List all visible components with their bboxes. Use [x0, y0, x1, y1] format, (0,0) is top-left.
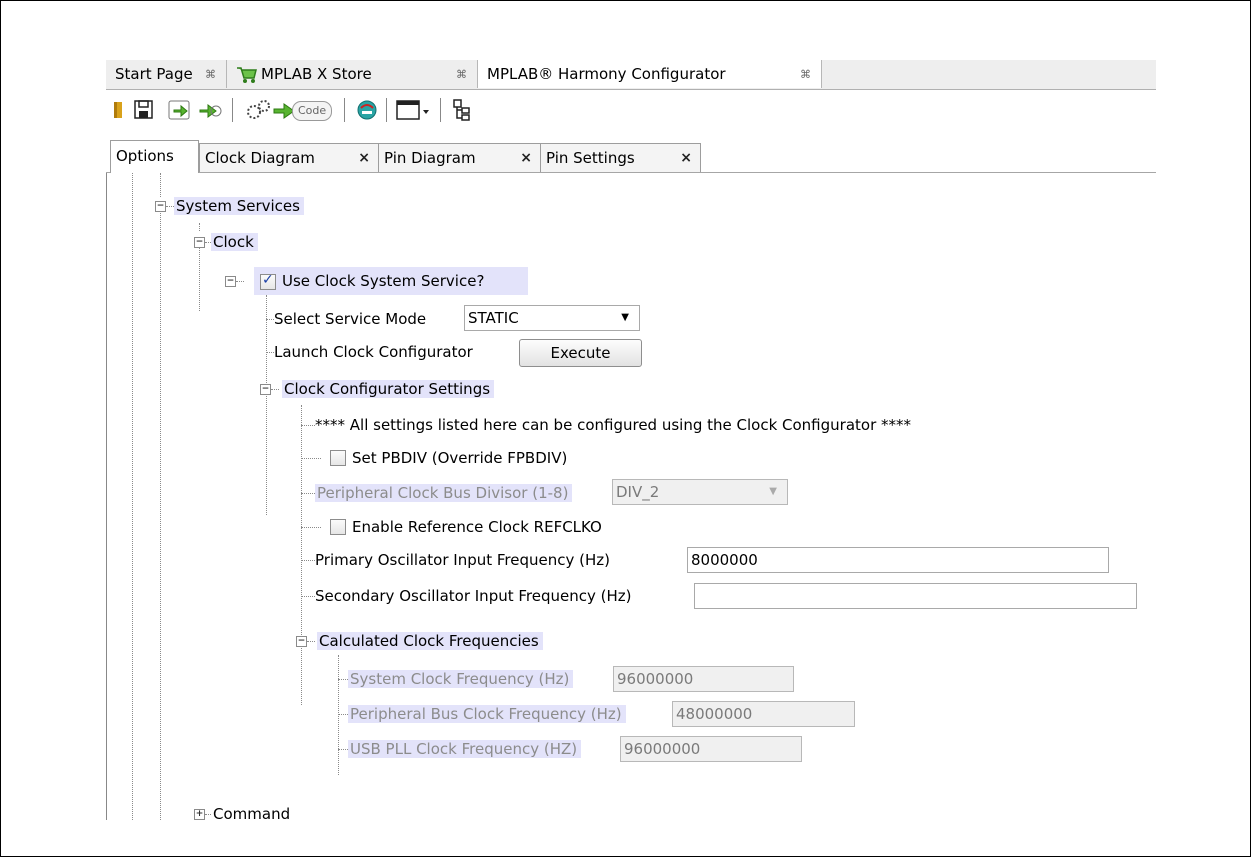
- tree-guide: [132, 173, 133, 820]
- tab-close-icon[interactable]: ×: [680, 144, 692, 172]
- tab-clock-diagram[interactable]: Clock Diagram ×: [199, 143, 379, 172]
- service-mode-label: Select Service Mode: [274, 310, 427, 328]
- tab-label: MPLAB® Harmony Configurator: [487, 65, 726, 83]
- tab-label: Clock Diagram: [205, 149, 315, 167]
- toolbar-separator: [440, 98, 441, 122]
- secondary-osc-input[interactable]: [694, 583, 1137, 609]
- sys-clock-field: 96000000: [613, 666, 794, 692]
- toolbar-separator: [344, 98, 345, 122]
- tab-close-icon[interactable]: ×: [358, 144, 370, 172]
- tab-close-icon[interactable]: ⌘: [800, 61, 811, 89]
- tab-harmony-configurator[interactable]: MPLAB® Harmony Configurator ⌘: [478, 60, 822, 88]
- expand-toggle[interactable]: +: [194, 809, 205, 820]
- sys-clock-label: System Clock Frequency (Hz): [348, 665, 574, 693]
- primary-osc-input[interactable]: 8000000: [687, 547, 1109, 573]
- usb-pll-label: USB PLL Clock Frequency (HZ): [348, 735, 582, 763]
- toolbar: Code: [106, 90, 1156, 130]
- tab-close-icon[interactable]: ×: [520, 144, 532, 172]
- use-clock-service-checkbox[interactable]: [260, 272, 276, 290]
- tree-node-configurator-settings[interactable]: Clock Configurator Settings: [282, 375, 495, 403]
- refclko-label: Enable Reference Clock REFCLKO: [352, 518, 602, 536]
- open-project-icon[interactable]: [112, 96, 126, 124]
- set-pbdiv-label: Set PBDIV (Override FPBDIV): [352, 449, 568, 467]
- tab-label: Pin Diagram: [384, 149, 476, 167]
- tab-options[interactable]: Options: [110, 140, 199, 173]
- save-icon[interactable]: [132, 96, 156, 124]
- tab-label: MPLAB X Store: [261, 65, 372, 83]
- code-label: Code: [292, 101, 333, 121]
- import-icon[interactable]: [196, 96, 224, 124]
- sub-tab-bar: Options Clock Diagram × Pin Diagram × Pi…: [106, 138, 1156, 173]
- set-pbdiv-checkbox[interactable]: [330, 450, 346, 466]
- store-cart-icon: [237, 67, 257, 83]
- tree-node-command[interactable]: Command: [213, 800, 290, 820]
- chevron-down-icon: ▼: [621, 312, 629, 323]
- generate-code-button[interactable]: Code: [272, 96, 333, 124]
- chevron-down-icon: ▼: [769, 486, 777, 497]
- tab-mplab-x-store[interactable]: MPLAB X Store ⌘: [227, 60, 478, 88]
- collapse-toggle[interactable]: −: [225, 276, 236, 287]
- secondary-osc-label: Secondary Oscillator Input Frequency (Hz…: [315, 587, 632, 605]
- window-layout-icon[interactable]: [394, 96, 430, 124]
- tree-left-border: [106, 173, 107, 820]
- tree-node-clock[interactable]: Clock: [211, 228, 258, 256]
- pb-clock-field: 48000000: [672, 701, 855, 727]
- configurator-note: **** All settings listed here can be con…: [315, 416, 912, 434]
- harmony-help-icon[interactable]: [354, 96, 380, 124]
- tab-label: Pin Settings: [546, 149, 635, 167]
- tree-view-icon[interactable]: [450, 96, 474, 124]
- toolbar-separator: [386, 98, 387, 122]
- tab-start-page[interactable]: Start Page ⌘: [106, 60, 227, 88]
- pb-divisor-select[interactable]: DIV_2 ▼: [612, 479, 788, 505]
- tab-label: Start Page: [115, 65, 193, 83]
- usb-pll-field: 96000000: [620, 736, 802, 762]
- refclko-checkbox[interactable]: [330, 519, 346, 535]
- toolbar-separator: [232, 98, 233, 122]
- use-clock-service-label: Use Clock System Service?: [282, 272, 485, 290]
- tab-close-icon[interactable]: ⌘: [205, 61, 216, 89]
- service-mode-select[interactable]: STATIC ▼: [464, 305, 640, 331]
- pb-divisor-label: Peripheral Clock Bus Divisor (1-8): [315, 479, 573, 507]
- tree-node-calculated-frequencies[interactable]: Calculated Clock Frequencies: [317, 627, 543, 655]
- launch-configurator-label: Launch Clock Configurator: [274, 343, 473, 361]
- tab-pin-settings[interactable]: Pin Settings ×: [540, 143, 701, 172]
- collapse-toggle[interactable]: −: [296, 636, 307, 647]
- tree-node-system-services[interactable]: System Services: [174, 192, 304, 220]
- execute-button[interactable]: Execute: [519, 339, 642, 367]
- pb-clock-label: Peripheral Bus Clock Frequency (Hz): [348, 700, 626, 728]
- editor-tab-bar: Start Page ⌘ MPLAB X Store ⌘ MPLAB® Harm…: [106, 60, 1156, 90]
- options-tree: − System Services − Clock − Use Clock Sy…: [106, 173, 1156, 820]
- export-icon[interactable]: [166, 96, 194, 124]
- tab-close-icon[interactable]: ⌘: [456, 61, 467, 89]
- ide-window: Start Page ⌘ MPLAB X Store ⌘ MPLAB® Harm…: [106, 60, 1156, 820]
- primary-osc-label: Primary Oscillator Input Frequency (Hz): [315, 551, 611, 569]
- tab-pin-diagram[interactable]: Pin Diagram ×: [378, 143, 541, 172]
- tab-label: Options: [116, 147, 174, 165]
- collapse-toggle[interactable]: −: [260, 384, 271, 395]
